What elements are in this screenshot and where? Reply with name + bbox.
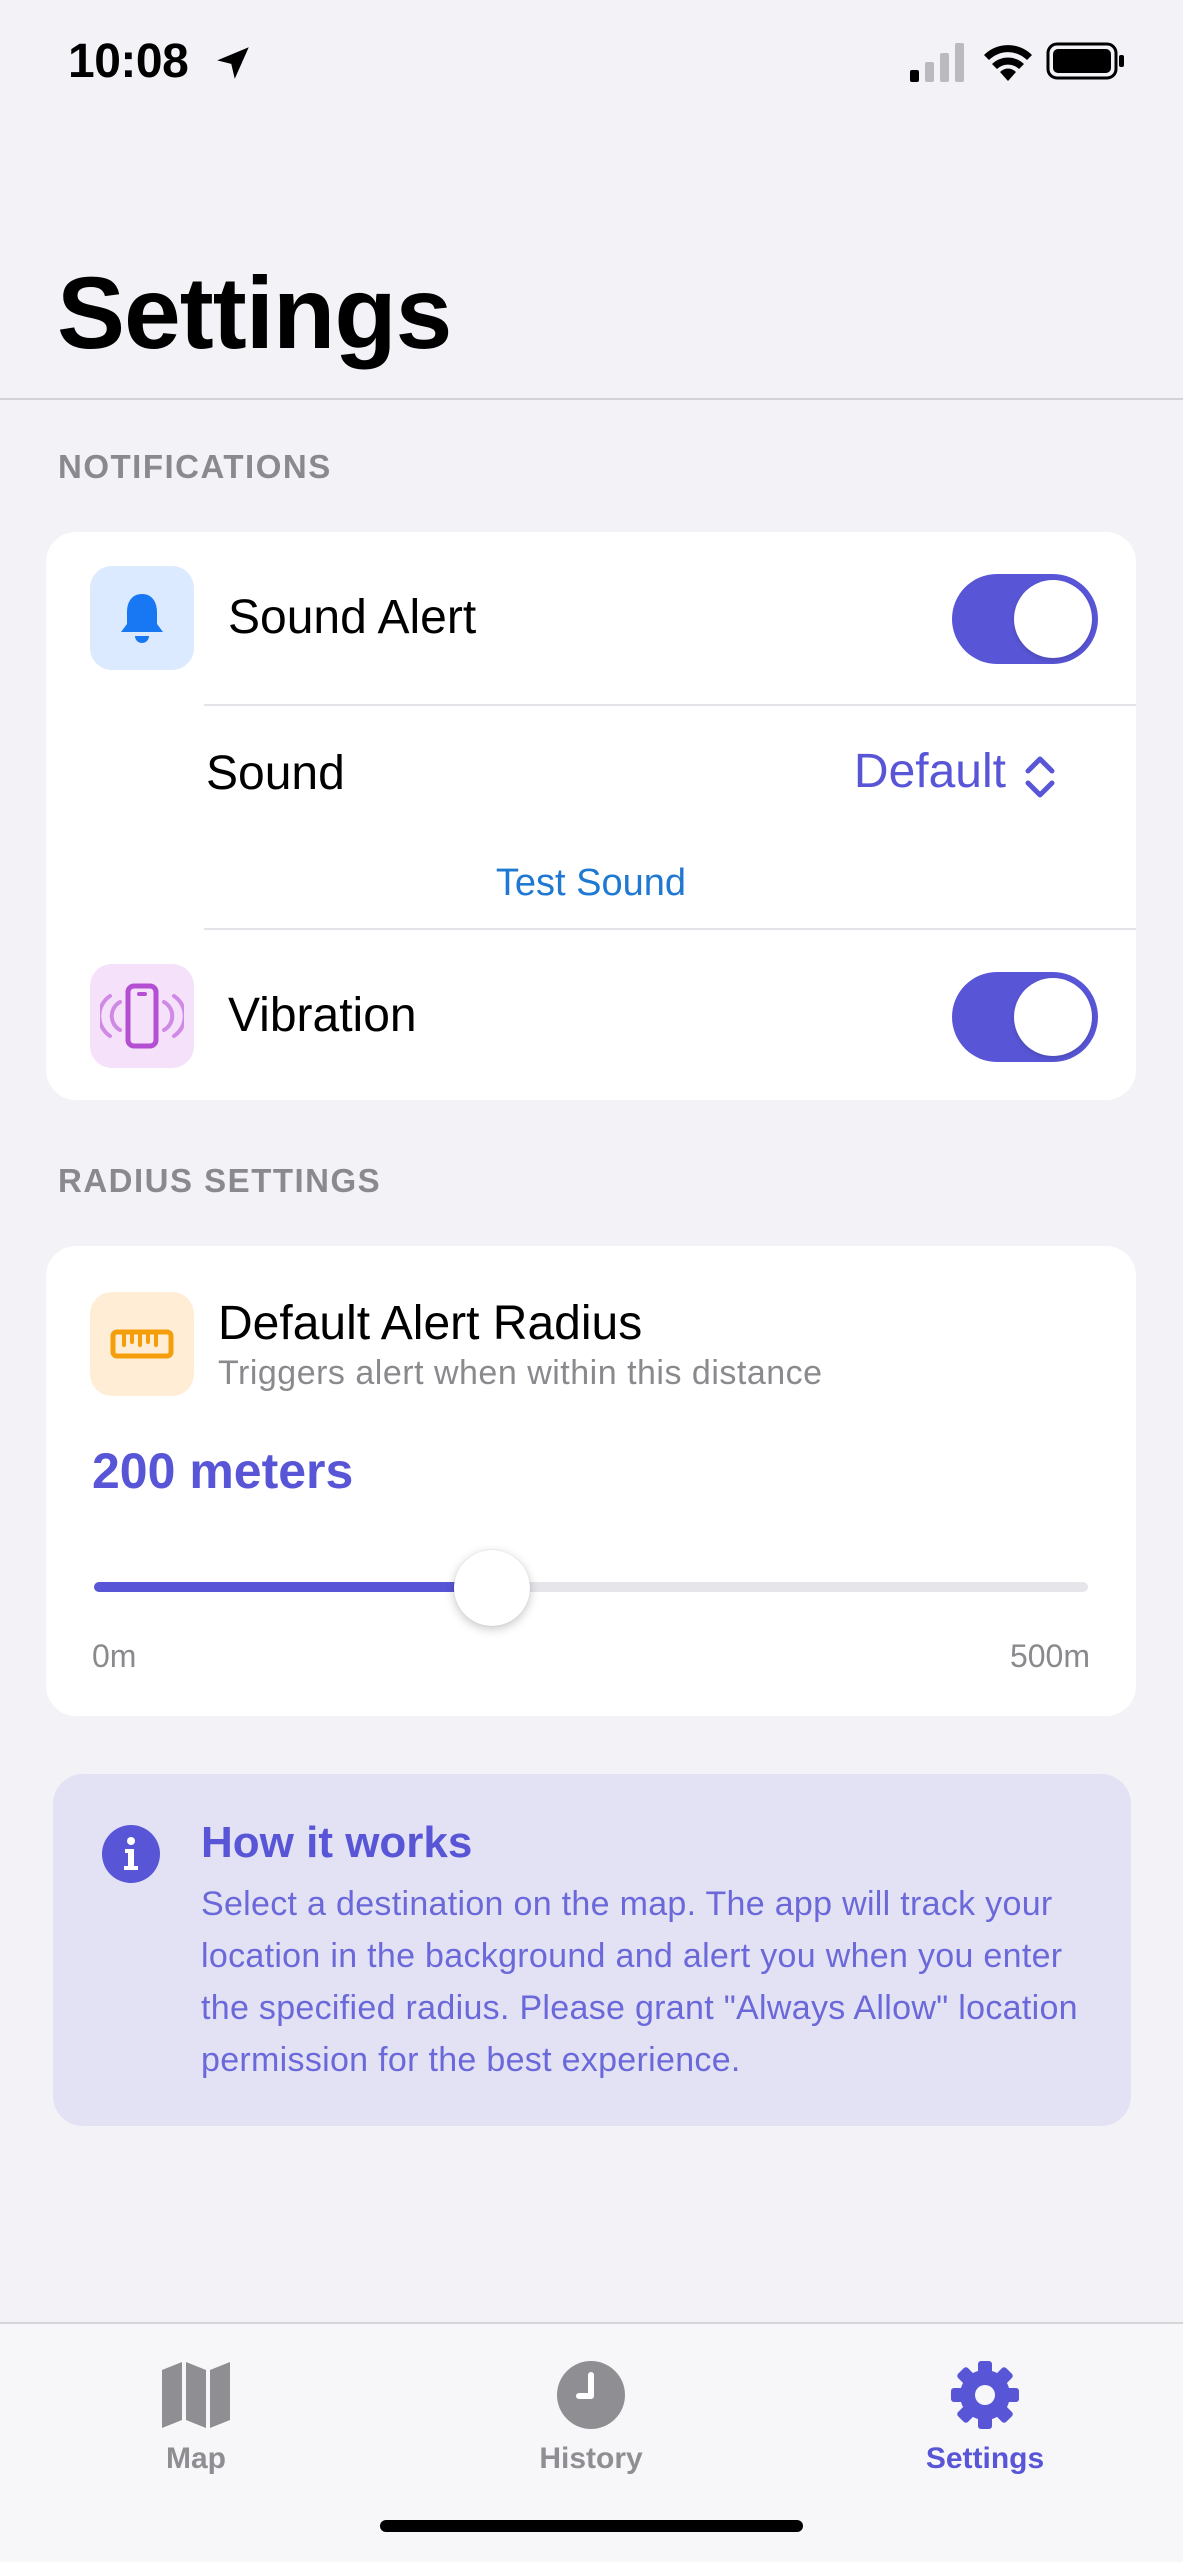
tab-history[interactable]: History [471, 2342, 711, 2492]
vibration-toggle[interactable] [952, 972, 1098, 1062]
notifications-card: Sound Alert Sound Default Test Sound Vib… [46, 532, 1136, 1100]
tab-history-label: History [539, 2442, 643, 2475]
status-bar: 10:08 [0, 0, 1183, 130]
radius-icon-box [90, 1292, 194, 1396]
location-arrow-icon [217, 47, 249, 79]
sound-picker-value[interactable]: Default [854, 744, 1006, 799]
sound-alert-label: Sound Alert [228, 591, 477, 644]
info-body: Select a destination on the map. The app… [201, 1885, 1078, 2079]
toggle-knob [1014, 978, 1092, 1056]
radius-subtitle: Triggers alert when within this distance [218, 1354, 823, 1392]
slider-max-label: 500m [1009, 1638, 1090, 1674]
slider-thumb[interactable] [453, 1550, 530, 1626]
tab-settings[interactable]: Settings [865, 2342, 1105, 2492]
toggle-knob [1014, 580, 1092, 658]
notifications-section-header: NOTIFICATIONS [58, 448, 332, 485]
cellular-signal-icon [910, 43, 964, 82]
row-divider [204, 928, 1136, 930]
sound-alert-toggle[interactable] [952, 574, 1098, 664]
map-icon [162, 2362, 230, 2428]
radius-section-header: RADIUS SETTINGS [58, 1162, 382, 1199]
tab-map-label: Map [166, 2442, 226, 2475]
vibration-icon-box [90, 964, 194, 1068]
radius-slider[interactable] [94, 1550, 1088, 1626]
slider-fill [94, 1582, 492, 1592]
ruler-icon [110, 1329, 174, 1359]
radius-title: Default Alert Radius [218, 1297, 643, 1350]
radius-card: Default Alert Radius Triggers alert when… [46, 1246, 1136, 1716]
wifi-icon [984, 45, 1032, 81]
home-indicator [380, 2520, 803, 2532]
tab-map[interactable]: Map [76, 2342, 316, 2492]
tab-settings-label: Settings [925, 2442, 1045, 2475]
how-it-works-box: How it works Select a destination on the… [53, 1774, 1131, 2126]
slider-min-label: 0m [92, 1638, 137, 1674]
vibration-label: Vibration [228, 989, 417, 1042]
page-title: Settings [57, 256, 452, 370]
phone-vibrate-icon [100, 983, 184, 1049]
info-icon [102, 1825, 160, 1883]
battery-icon [1046, 42, 1124, 80]
row-divider [204, 704, 1136, 706]
info-title: How it works [201, 1818, 473, 1867]
status-time: 10:08 [68, 35, 189, 88]
chevron-up-down-icon[interactable] [1022, 754, 1058, 800]
gear-icon [951, 2361, 1019, 2429]
clock-icon [557, 2361, 625, 2429]
title-divider [0, 398, 1183, 400]
sound-alert-icon-box [90, 566, 194, 670]
radius-value: 200 meters [92, 1443, 354, 1499]
test-sound-button[interactable]: Test Sound [46, 862, 1136, 905]
bell-icon [121, 594, 163, 643]
sound-label: Sound [206, 747, 345, 800]
